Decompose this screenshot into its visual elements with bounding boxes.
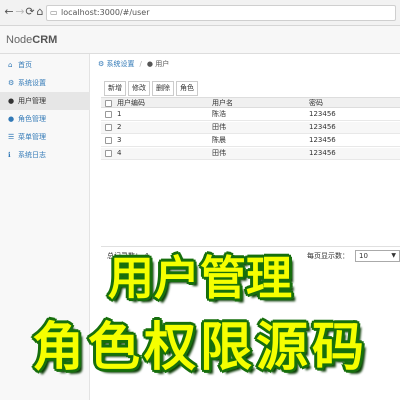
sidebar-item-label: 角色管理 (18, 115, 46, 123)
table-header: 用户编码 用户名 密码 (101, 97, 400, 108)
browser-toolbar: ← → ⟳ ⌂ ▭ localhost:3000/#/user (0, 0, 400, 26)
cell-password: 123456 (309, 123, 336, 131)
sidebar-item-settings[interactable]: ⚙ 系统设置 (0, 74, 90, 92)
row-checkbox[interactable] (105, 124, 112, 131)
sidebar-item-menus[interactable]: ☰ 菜单管理 (0, 128, 90, 146)
edit-button[interactable]: 修改 (128, 81, 150, 96)
role-button[interactable]: 角色 (176, 81, 198, 96)
row-checkbox[interactable] (105, 150, 112, 157)
sidebar-item-users[interactable]: ● 用户管理 (0, 92, 90, 110)
table-row[interactable]: 4 田伟 123456 (101, 148, 400, 160)
sidebar-item-label: 系统设置 (18, 79, 46, 87)
sidebar-item-roles[interactable]: ● 角色管理 (0, 110, 90, 128)
sidebar-item-logs[interactable]: ℹ 系统日志 (0, 146, 90, 164)
home-icon: ⌂ (8, 61, 13, 69)
cell-username: 田伟 (212, 149, 226, 157)
sidebar-item-label: 首页 (18, 61, 32, 69)
cell-username: 陈晨 (212, 136, 226, 144)
brand-bold: CRM (32, 34, 58, 46)
cell-code: 4 (117, 149, 122, 157)
sidebar-item-label: 用户管理 (18, 97, 46, 105)
brand-logo[interactable]: NodeCRM (6, 33, 57, 47)
cell-username: 田伟 (212, 123, 226, 131)
address-bar[interactable]: ▭ localhost:3000/#/user (46, 5, 396, 21)
cogs-icon: ⚙ (98, 60, 105, 68)
sidebar-item-label: 系统日志 (18, 151, 46, 159)
cell-password: 123456 (309, 136, 336, 144)
table-row[interactable]: 3 陈晨 123456 (101, 135, 400, 147)
list-icon: ☰ (8, 133, 15, 141)
column-header-password[interactable]: 密码 (309, 98, 323, 109)
select-all-checkbox[interactable] (105, 100, 112, 107)
home-icon[interactable]: ⌂ (34, 6, 46, 18)
table-row[interactable]: 1 陈浩 123456 (101, 109, 400, 121)
cell-code: 3 (117, 136, 122, 144)
column-header-username[interactable]: 用户名 (212, 98, 233, 109)
table-row[interactable]: 2 田伟 123456 (101, 122, 400, 134)
cell-code: 2 (117, 123, 122, 131)
breadcrumb: ⚙ 系统设置 / ● 用户 (98, 56, 398, 72)
row-checkbox[interactable] (105, 111, 112, 118)
brand-prefix: Node (6, 34, 33, 46)
cell-code: 1 (117, 110, 122, 118)
overlay-subtitle: 角色权限源码 (31, 318, 368, 378)
user-icon: ● (8, 97, 15, 105)
breadcrumb-current: 用户 (155, 60, 170, 68)
row-checkbox[interactable] (105, 137, 112, 144)
overlay-title: 用户管理 (108, 251, 292, 305)
breadcrumb-separator: / (139, 60, 142, 68)
sidebar-item-home[interactable]: ⌂ 首页 (0, 56, 90, 74)
column-header-code[interactable]: 用户编码 (117, 98, 145, 109)
cell-username: 陈浩 (212, 110, 226, 118)
url-text: localhost:3000/#/user (61, 8, 150, 17)
page-icon: ▭ (50, 8, 58, 17)
info-icon: ℹ (8, 151, 11, 159)
cell-password: 123456 (309, 149, 336, 157)
app-header: NodeCRM (0, 26, 400, 54)
add-button[interactable]: 新增 (104, 81, 126, 96)
cell-password: 123456 (309, 110, 336, 118)
cogs-icon: ⚙ (8, 79, 15, 87)
sidebar-item-label: 菜单管理 (18, 133, 46, 141)
users-icon: ● (8, 115, 15, 123)
breadcrumb-parent[interactable]: 系统设置 (107, 60, 135, 68)
delete-button[interactable]: 删除 (152, 81, 174, 96)
user-icon: ● (146, 60, 153, 68)
